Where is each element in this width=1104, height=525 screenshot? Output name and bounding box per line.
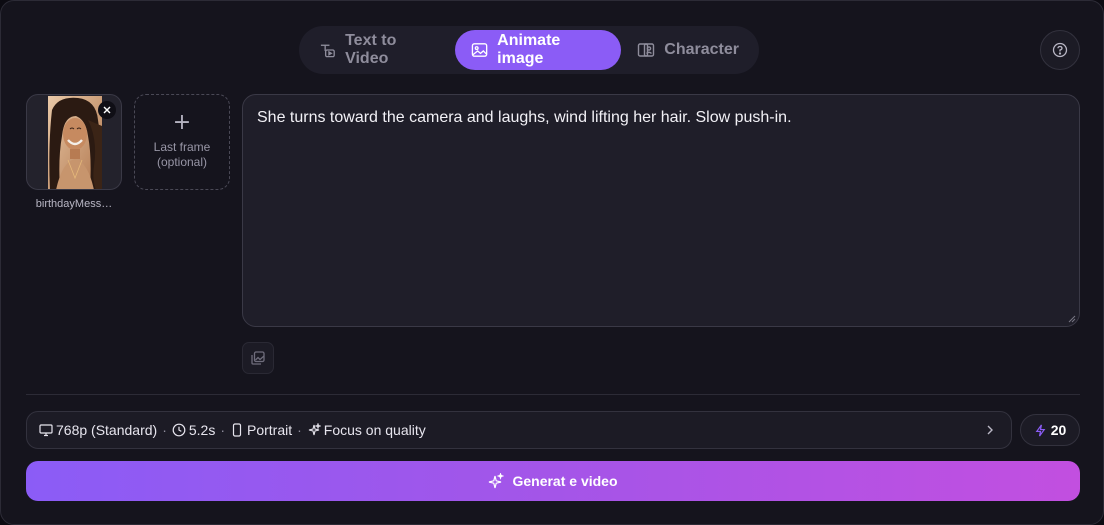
- mode-tabs: Text to Video Animate image Character: [299, 26, 759, 74]
- orientation-setting: Portrait: [230, 422, 292, 438]
- tab-animate-image[interactable]: Animate image: [455, 30, 622, 70]
- tab-label: Animate image: [497, 32, 561, 67]
- duration-setting: 5.2s: [172, 422, 215, 438]
- chevron-right-icon: [987, 425, 993, 435]
- portrait-photo: [48, 96, 102, 189]
- generate-video-button[interactable]: Generat e video: [26, 461, 1080, 501]
- monitor-icon: [39, 424, 53, 437]
- help-icon: [1052, 42, 1068, 58]
- tab-character[interactable]: Character: [621, 30, 755, 70]
- text-video-icon: [320, 44, 335, 58]
- remove-frame-button[interactable]: [98, 101, 116, 119]
- lightning-icon: [1035, 424, 1046, 436]
- last-frame-upload[interactable]: + Last frame (optional): [134, 94, 230, 190]
- separator: ·: [220, 422, 225, 438]
- tab-label: Text to Video: [345, 32, 397, 67]
- divider: [26, 394, 1080, 395]
- animate-panel: Text to Video Animate image Character bi…: [0, 0, 1104, 525]
- image-stack-icon: [251, 351, 265, 365]
- clock-icon: [172, 423, 186, 437]
- plus-icon: +: [172, 110, 192, 135]
- credits-value: 20: [1050, 422, 1067, 438]
- tab-label: Character: [664, 41, 739, 58]
- close-icon: [103, 106, 111, 114]
- phone-icon: [232, 423, 242, 437]
- image-library-button[interactable]: [242, 342, 274, 374]
- sparkle-icon: [308, 423, 321, 436]
- animate-image-icon: [471, 43, 488, 57]
- last-frame-label: Last frame (optional): [153, 140, 211, 169]
- first-frame-filename: birthdayMess…: [35, 198, 113, 210]
- mode-setting: Focus on quality: [307, 422, 426, 438]
- separator: ·: [297, 422, 302, 438]
- prompt-text: She turns toward the camera and laughs, …: [257, 109, 792, 126]
- generation-settings[interactable]: 768p (Standard) · 5.2s · Portrait · Focu…: [26, 411, 1012, 449]
- sparkle-icon: [489, 473, 505, 489]
- credits-badge[interactable]: 20: [1020, 414, 1080, 446]
- separator: ·: [162, 422, 167, 438]
- resize-handle-icon[interactable]: [1068, 315, 1076, 323]
- prompt-textarea[interactable]: She turns toward the camera and laughs, …: [242, 94, 1080, 327]
- resolution-setting: 768p (Standard): [39, 422, 157, 438]
- tab-text-to-video[interactable]: Text to Video: [303, 30, 455, 70]
- character-icon: [638, 43, 655, 57]
- first-frame-thumbnail[interactable]: [26, 94, 122, 190]
- generate-label: Generat e video: [512, 473, 618, 489]
- help-button[interactable]: [1040, 30, 1080, 70]
